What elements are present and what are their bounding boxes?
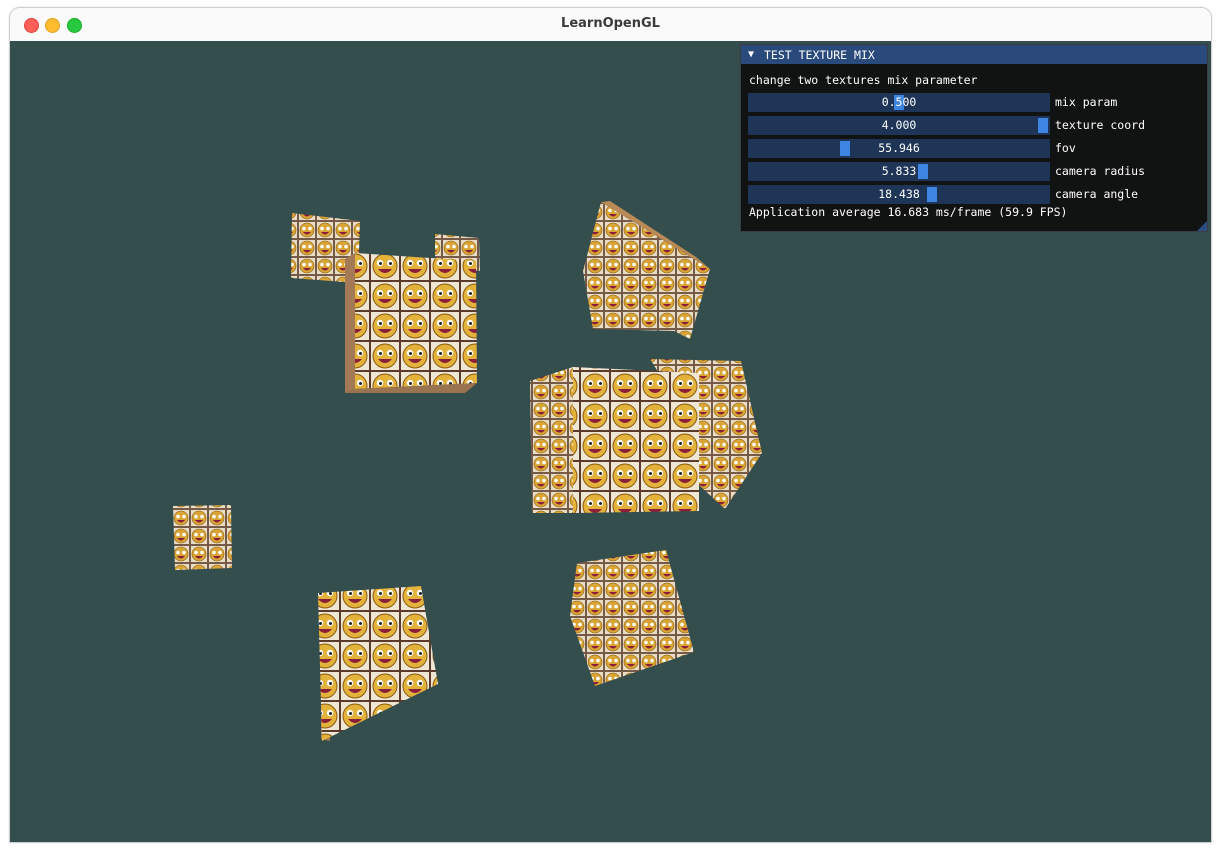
textured-cube xyxy=(530,367,699,513)
textured-cube xyxy=(583,201,710,339)
panel-title-bar[interactable]: ▼ TEST TEXTURE MIX xyxy=(741,45,1207,64)
texture-coord-slider[interactable]: 4.000 xyxy=(748,116,1050,135)
panel-hint-text: change two textures mix parameter xyxy=(749,73,978,87)
slider-value: 4.000 xyxy=(881,118,917,132)
opengl-viewport[interactable]: ▼ TEST TEXTURE MIX change two textures m… xyxy=(10,41,1211,842)
slider-label: camera radius xyxy=(1055,164,1146,178)
slider-value: 55.946 xyxy=(878,141,920,155)
textured-cube xyxy=(173,505,232,570)
app-window: LearnOpenGL ▼ TEST TEXTURE MIX change tw… xyxy=(9,7,1212,843)
fov-slider[interactable]: 55.946 xyxy=(748,139,1050,158)
camera-angle-slider[interactable]: 18.438 xyxy=(748,185,1050,204)
slider-value: 18.438 xyxy=(878,187,920,201)
slider-row-texture-coord: 4.000 texture coord xyxy=(748,116,1198,135)
slider-row-camera-angle: 18.438 camera angle xyxy=(748,185,1198,204)
triangle-down-icon[interactable]: ▼ xyxy=(748,49,760,60)
textured-cube xyxy=(318,586,438,741)
slider-row-camera-radius: 5.833 camera radius xyxy=(748,162,1198,181)
slider-label: camera angle xyxy=(1055,187,1139,201)
fps-stats-text: Application average 16.683 ms/frame (59.… xyxy=(749,205,1068,219)
slider-row-fov: 55.946 fov xyxy=(748,139,1198,158)
panel-title: TEST TEXTURE MIX xyxy=(764,47,875,62)
slider-label: texture coord xyxy=(1055,118,1146,132)
textured-cube xyxy=(345,253,477,393)
textured-cube xyxy=(570,550,694,686)
mix-param-slider[interactable]: 0.500 xyxy=(748,93,1050,112)
imgui-panel: ▼ TEST TEXTURE MIX change two textures m… xyxy=(740,44,1208,232)
slider-label: mix param xyxy=(1055,95,1118,109)
slider-value: 5.833 xyxy=(881,164,917,178)
resize-grip-icon[interactable] xyxy=(1197,221,1207,231)
camera-radius-slider[interactable]: 5.833 xyxy=(748,162,1050,181)
window-title: LearnOpenGL xyxy=(561,16,660,31)
title-bar[interactable]: LearnOpenGL xyxy=(10,8,1211,42)
slider-value: 0.500 xyxy=(881,95,917,109)
slider-row-mix-param: 0.500 mix param xyxy=(748,93,1198,112)
slider-label: fov xyxy=(1055,141,1076,155)
